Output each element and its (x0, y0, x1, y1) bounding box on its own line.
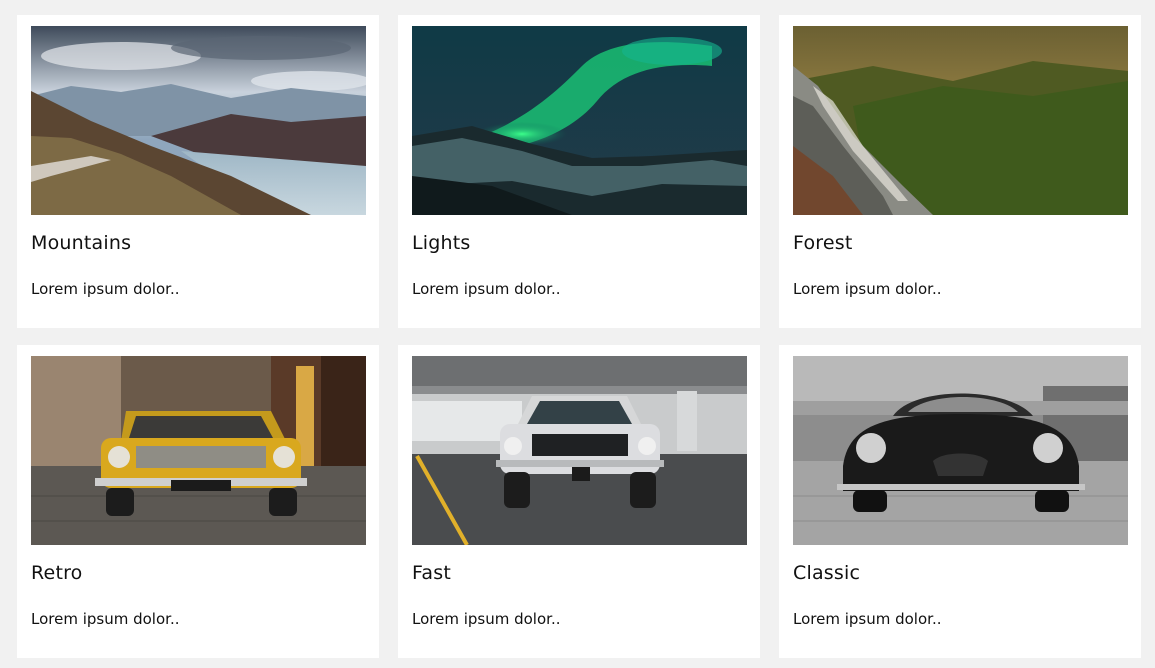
card-description: Lorem ipsum dolor.. (793, 610, 942, 628)
aurora-lights-photo[interactable] (412, 26, 747, 215)
card-description: Lorem ipsum dolor.. (412, 610, 561, 628)
mountains-lake-photo[interactable] (31, 26, 366, 215)
gallery-card-forest[interactable]: Forest Lorem ipsum dolor.. (779, 15, 1141, 328)
card-description: Lorem ipsum dolor.. (793, 280, 942, 298)
yellow-retro-car-photo[interactable] (31, 356, 366, 545)
gallery-card-classic[interactable]: Classic Lorem ipsum dolor.. (779, 345, 1141, 658)
gallery-card-fast[interactable]: Fast Lorem ipsum dolor.. (398, 345, 760, 658)
gallery-card-lights[interactable]: Lights Lorem ipsum dolor.. (398, 15, 760, 328)
black-classic-car-photo[interactable] (793, 356, 1128, 545)
gallery-card-retro[interactable]: Retro Lorem ipsum dolor.. (17, 345, 379, 658)
forest-valley-photo[interactable] (793, 26, 1128, 215)
card-title: Mountains (31, 232, 132, 254)
card-title: Fast (412, 562, 451, 584)
card-description: Lorem ipsum dolor.. (31, 280, 180, 298)
card-title: Classic (793, 562, 861, 584)
card-title: Retro (31, 562, 83, 584)
card-title: Lights (412, 232, 471, 254)
card-description: Lorem ipsum dolor.. (31, 610, 180, 628)
card-description: Lorem ipsum dolor.. (412, 280, 561, 298)
gallery-grid: Mountains Lorem ipsum dolor.. Lights Lor… (0, 0, 1155, 668)
white-muscle-car-photo[interactable] (412, 356, 747, 545)
card-title: Forest (793, 232, 853, 254)
gallery-card-mountains[interactable]: Mountains Lorem ipsum dolor.. (17, 15, 379, 328)
